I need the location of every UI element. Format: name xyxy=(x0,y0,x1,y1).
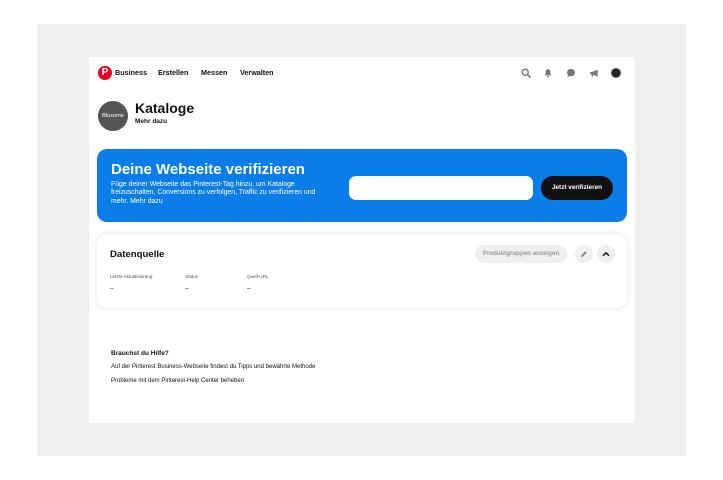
chat-icon[interactable] xyxy=(565,67,577,79)
status-label: Status xyxy=(185,274,199,279)
verify-website-banner: Deine Webseite verifizieren Füge deiner … xyxy=(97,149,627,222)
chevron-up-icon xyxy=(602,252,610,257)
status-value: – xyxy=(185,285,189,292)
verify-now-button[interactable]: Jetzt verifizieren xyxy=(541,176,613,200)
bell-icon[interactable] xyxy=(542,67,554,79)
datasource-title: Datenquelle xyxy=(110,249,165,260)
nav-item-messen[interactable]: Messen xyxy=(201,68,227,77)
top-nav: P Business Erstellen Messen Verwalten xyxy=(89,57,635,89)
collapse-button[interactable] xyxy=(597,245,615,263)
search-icon[interactable] xyxy=(520,67,532,79)
view-product-groups-button[interactable]: Produktgruppen anzeigen xyxy=(475,245,567,263)
banner-description: Füge deiner Webseite das Pinterest-Tag h… xyxy=(111,181,316,205)
pinterest-logo-icon[interactable]: P xyxy=(98,66,112,80)
learn-more-link[interactable]: Mehr dazu xyxy=(135,118,167,125)
last-updated-value: – xyxy=(110,285,114,292)
megaphone-icon[interactable] xyxy=(588,67,600,79)
help-center-link[interactable]: Probleme mit dem Pinterest-Help Center b… xyxy=(111,378,244,384)
datasource-card: Datenquelle Produktgruppen anzeigen Letz… xyxy=(97,234,627,308)
help-business-site-link[interactable]: Auf der Pinterest Business-Webseite find… xyxy=(111,364,315,370)
banner-title: Deine Webseite verifizieren xyxy=(111,161,305,178)
nav-item-erstellen[interactable]: Erstellen xyxy=(158,68,188,77)
help-title: Brauchst du Hilfe? xyxy=(111,350,169,357)
page-title: Kataloge xyxy=(135,100,195,116)
nav-brand-business[interactable]: Business xyxy=(115,68,147,77)
last-updated-label: Letzte Aktualisierung xyxy=(110,274,153,279)
account-avatar-icon[interactable] xyxy=(610,67,622,79)
nav-item-verwalten[interactable]: Verwalten xyxy=(240,68,274,77)
source-url-label: Quell-URL xyxy=(247,274,269,279)
source-url-value: – xyxy=(247,285,251,292)
business-avatar[interactable]: Bluxome xyxy=(98,101,128,131)
edit-button[interactable] xyxy=(575,245,593,263)
catalogs-page: P Business Erstellen Messen Verwalten Bl… xyxy=(89,57,635,423)
pencil-icon xyxy=(581,251,587,257)
website-url-input[interactable] xyxy=(349,176,533,200)
